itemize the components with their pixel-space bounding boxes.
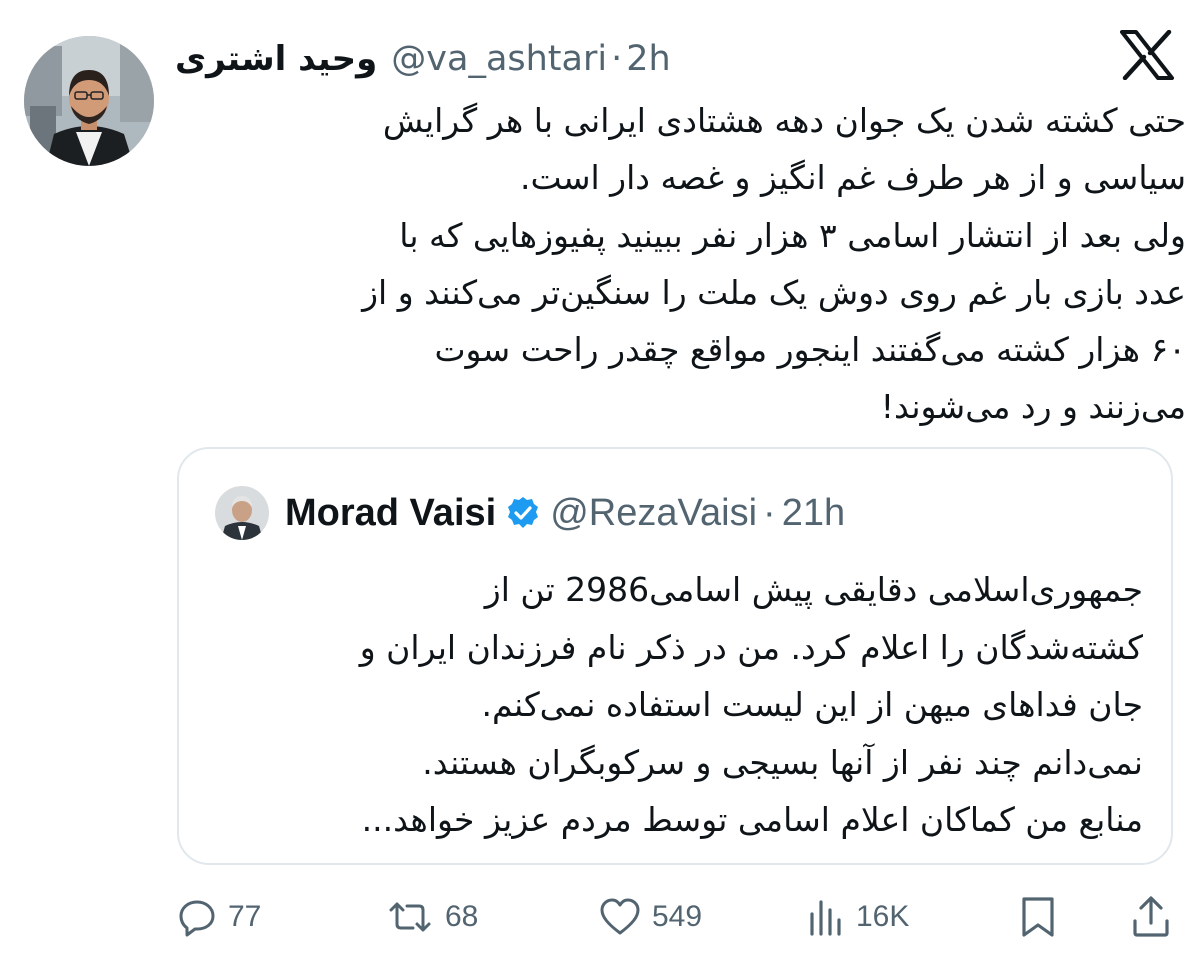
bookmark-icon — [1018, 895, 1058, 939]
x-logo-icon — [1120, 29, 1174, 81]
reply-button[interactable]: 77 — [176, 890, 261, 944]
heart-icon — [598, 896, 642, 938]
verified-badge-icon — [506, 496, 540, 530]
quoted-meta-separator: · — [763, 491, 776, 534]
quoted-tweet-header: Morad Vaisi @RezaVaisi · 21h — [215, 485, 845, 541]
reply-count: 77 — [228, 900, 262, 933]
share-button[interactable] — [1130, 890, 1172, 944]
like-count: 549 — [652, 900, 703, 933]
quoted-tweet-text: جمهوری‌اسلامی دقایقی پیش اسامی2986 تن از… — [359, 570, 1143, 839]
quoted-tweet-card[interactable]: Morad Vaisi @RezaVaisi · 21h جمهوری‌اسلا… — [177, 447, 1173, 865]
quoted-author-handle[interactable]: @RezaVaisi — [550, 492, 757, 535]
views-icon — [806, 896, 846, 938]
quoted-author-display-name[interactable]: Morad Vaisi — [285, 492, 496, 535]
author-display-name[interactable]: وحید اشتری — [175, 39, 377, 79]
quoted-author-meta: @RezaVaisi · 21h — [550, 492, 845, 535]
bookmark-button[interactable] — [1018, 890, 1058, 944]
views-button[interactable]: 16K — [806, 890, 909, 944]
reply-icon — [176, 896, 218, 938]
repost-icon — [385, 896, 435, 938]
repost-button[interactable]: 68 — [385, 890, 478, 944]
views-count: 16K — [856, 900, 910, 933]
quoted-tweet-timestamp[interactable]: 21h — [782, 492, 845, 535]
repost-count: 68 — [445, 900, 479, 933]
meta-separator: · — [611, 39, 623, 79]
author-meta: @va_ashtari · 2h — [391, 39, 670, 79]
tweet-text: حتی کشته شدن یک جوان دهه هشتادی ایرانی ب… — [362, 101, 1186, 427]
author-handle[interactable]: @va_ashtari — [391, 39, 607, 79]
like-button[interactable]: 549 — [598, 890, 702, 944]
author-avatar[interactable] — [24, 36, 154, 166]
share-icon — [1130, 895, 1172, 939]
tweet-timestamp[interactable]: 2h — [626, 39, 670, 79]
quoted-author-avatar[interactable] — [215, 486, 269, 540]
tweet-header: وحید اشتری @va_ashtari · 2h — [175, 34, 735, 84]
tweet-action-bar: 77 68 549 16K — [170, 890, 1180, 944]
